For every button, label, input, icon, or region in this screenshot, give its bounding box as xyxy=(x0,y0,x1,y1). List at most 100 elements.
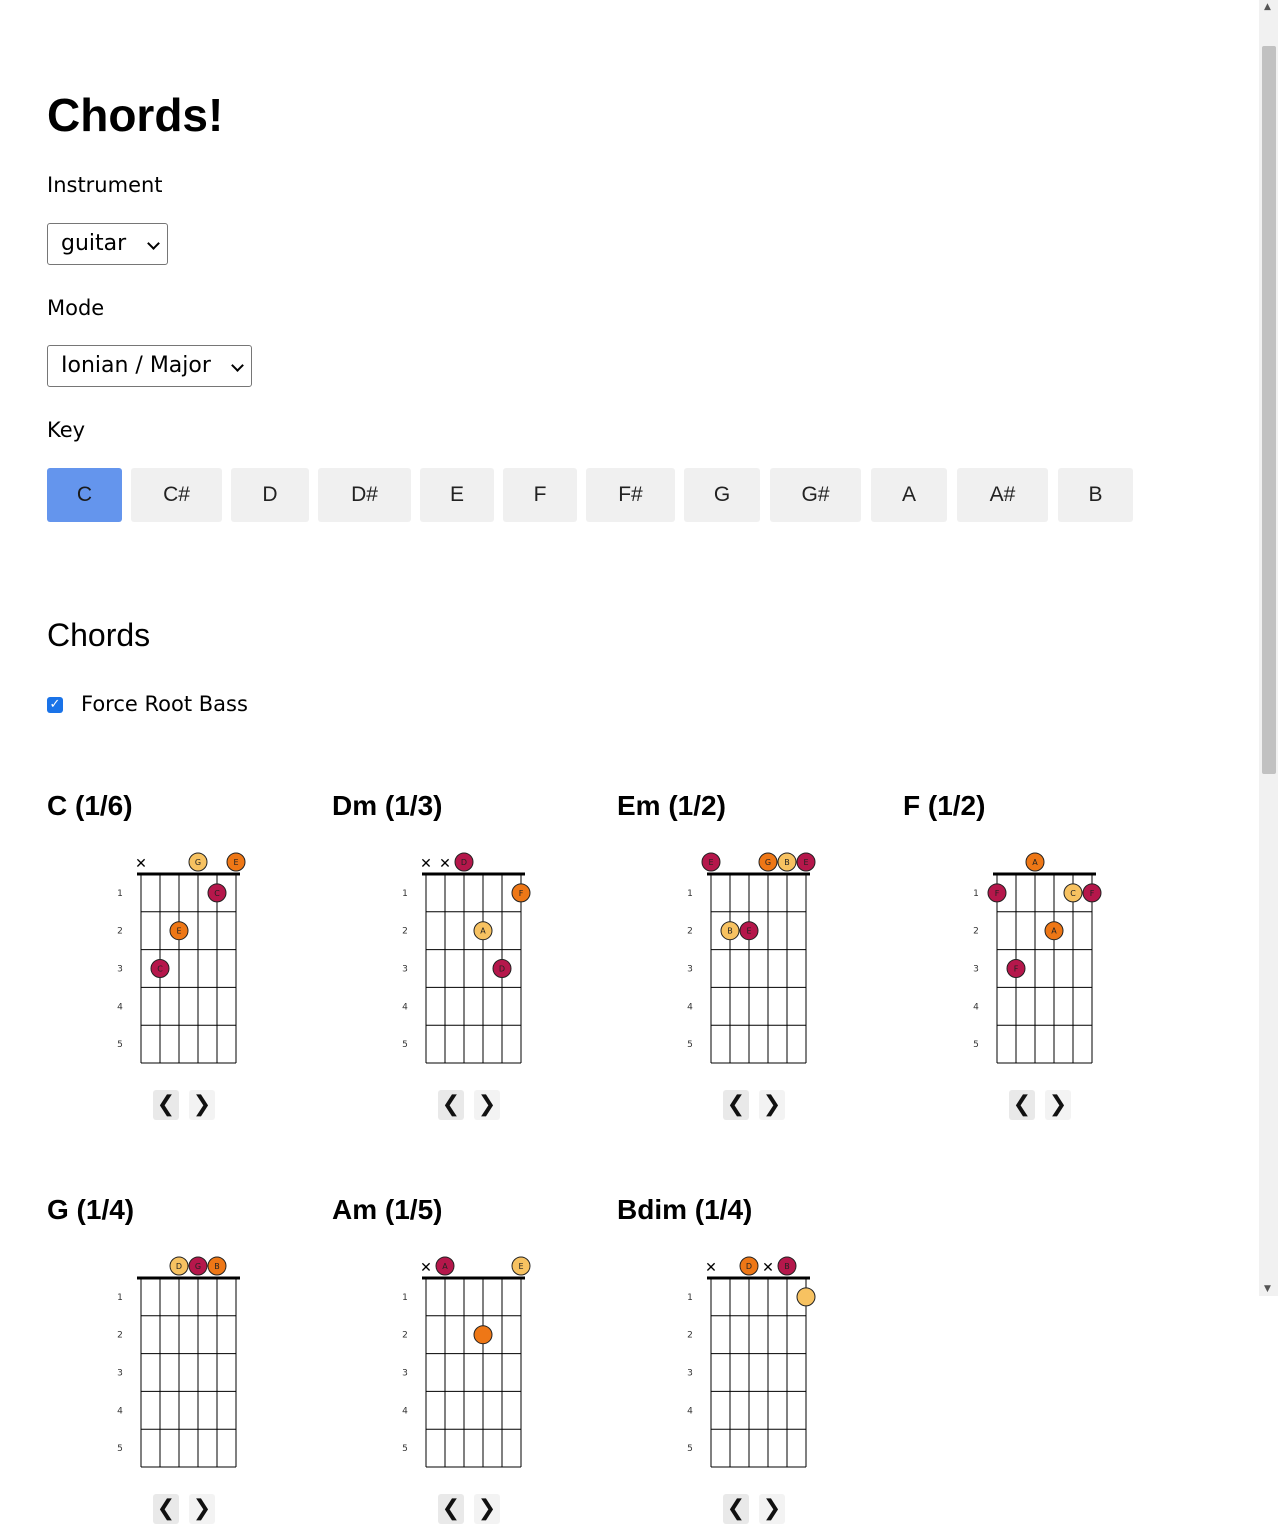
fret-number: 3 xyxy=(117,965,123,975)
fret-number: 4 xyxy=(117,1002,123,1012)
fret-number: 4 xyxy=(973,1002,979,1012)
instrument-label: Instrument xyxy=(47,173,163,197)
next-voicing-button[interactable]: ❯ xyxy=(1045,1090,1071,1120)
fret-number: 4 xyxy=(687,1002,693,1012)
muted-string-icon: ✕ xyxy=(705,1260,717,1276)
fret-number: 5 xyxy=(687,1040,693,1050)
key-button-a-sharp[interactable]: A# xyxy=(957,468,1048,522)
next-voicing-button[interactable]: ❯ xyxy=(474,1494,500,1524)
fret-number: 1 xyxy=(402,1293,408,1303)
previous-voicing-button[interactable]: ❮ xyxy=(1009,1090,1035,1120)
finger-dot-label: G xyxy=(195,1262,201,1271)
finger-dot xyxy=(473,1325,493,1345)
fret-number: 4 xyxy=(687,1406,693,1416)
key-button-c[interactable]: C xyxy=(47,468,122,522)
muted-string-icon: ✕ xyxy=(439,856,451,872)
fret-number: 3 xyxy=(687,965,693,975)
fretboard-diagram: 1 2 3 4 5 ✕ C E G C E xyxy=(117,852,246,1064)
muted-string-icon: ✕ xyxy=(135,856,147,872)
chords-heading: Chords xyxy=(47,617,151,653)
finger-dot-label: D xyxy=(461,858,467,867)
fret-number: 2 xyxy=(687,927,693,937)
fret-number: 4 xyxy=(402,1002,408,1012)
finger-dot-label: E xyxy=(518,1262,523,1271)
finger-dot-label: B xyxy=(784,1262,790,1271)
finger-dot-label: E xyxy=(708,858,713,867)
fret-number: 3 xyxy=(117,1369,123,1379)
fret-number: 1 xyxy=(687,889,693,899)
fret-number: 2 xyxy=(402,927,408,937)
key-button-g[interactable]: G xyxy=(684,468,760,522)
mode-select[interactable]: Ionian / Major xyxy=(47,345,252,387)
force-root-bass-label: Force Root Bass xyxy=(81,692,248,716)
finger-dot-label: G xyxy=(195,858,201,867)
fret-number: 2 xyxy=(117,1331,123,1341)
mode-label: Mode xyxy=(47,296,105,320)
finger-dot-label: A xyxy=(480,927,486,936)
scroll-up-arrow-icon[interactable]: ▲ xyxy=(1264,2,1271,12)
previous-voicing-button[interactable]: ❮ xyxy=(153,1090,179,1120)
muted-string-icon: ✕ xyxy=(420,1260,432,1276)
fret-number: 2 xyxy=(687,1331,693,1341)
fret-number: 5 xyxy=(117,1040,123,1050)
key-button-f-sharp[interactable]: F# xyxy=(586,468,675,522)
finger-dot-label: A xyxy=(1032,858,1038,867)
instrument-select-value: guitar xyxy=(61,231,127,256)
finger-dot-label: B xyxy=(784,858,790,867)
next-voicing-button[interactable]: ❯ xyxy=(759,1090,785,1120)
next-voicing-button[interactable]: ❯ xyxy=(759,1494,785,1524)
force-root-bass-checkbox[interactable]: ✓ xyxy=(47,697,63,713)
fret-number: 3 xyxy=(402,1369,408,1379)
fret-number: 5 xyxy=(117,1444,123,1454)
previous-voicing-button[interactable]: ❮ xyxy=(723,1494,749,1524)
next-voicing-button[interactable]: ❯ xyxy=(474,1090,500,1120)
key-button-f[interactable]: F xyxy=(503,468,577,522)
finger-dot-label: E xyxy=(746,927,751,936)
finger-dot-label: D xyxy=(499,965,505,974)
finger-dot-label: E xyxy=(176,927,181,936)
finger-dot-label: B xyxy=(214,1262,220,1271)
chevron-down-icon xyxy=(147,237,160,250)
scroll-down-arrow-icon[interactable]: ▼ xyxy=(1264,1284,1271,1294)
previous-voicing-button[interactable]: ❮ xyxy=(438,1090,464,1120)
key-button-d-sharp[interactable]: D# xyxy=(318,468,411,522)
previous-voicing-button[interactable]: ❮ xyxy=(153,1494,179,1524)
fret-number: 5 xyxy=(973,1040,979,1050)
key-button-d[interactable]: D xyxy=(231,468,309,522)
finger-dot-label: C xyxy=(1070,889,1076,898)
fret-number: 2 xyxy=(117,927,123,937)
key-button-e[interactable]: E xyxy=(420,468,494,522)
finger-dot-label: F xyxy=(1014,965,1019,974)
fretboard-diagram: 1 2 3 4 5 ✕ D ✕ B xyxy=(687,1256,816,1468)
fretboard-diagram: 1 2 3 4 5 E B E G B E xyxy=(687,852,816,1064)
fret-number: 4 xyxy=(402,1406,408,1416)
key-button-a[interactable]: A xyxy=(871,468,947,522)
finger-dot-label: D xyxy=(176,1262,182,1271)
page-title: Chords! xyxy=(47,89,224,141)
fretboard-diagram: 1 2 3 4 5 F F A A C F xyxy=(973,852,1102,1064)
finger-dot-label: A xyxy=(1051,927,1057,936)
finger-dot-label: C xyxy=(157,965,163,974)
key-button-g-sharp[interactable]: G# xyxy=(770,468,861,522)
instrument-select[interactable]: guitar xyxy=(47,223,168,265)
mode-select-value: Ionian / Major xyxy=(61,353,211,378)
finger-dot-label: F xyxy=(995,889,1000,898)
page-scrollbar[interactable]: ▲ ▼ xyxy=(1259,0,1278,1296)
previous-voicing-button[interactable]: ❮ xyxy=(438,1494,464,1524)
finger-dot-label: G xyxy=(765,858,771,867)
next-voicing-button[interactable]: ❯ xyxy=(189,1494,215,1524)
key-label: Key xyxy=(47,418,86,442)
fret-number: 5 xyxy=(687,1444,693,1454)
finger-dot-label: E xyxy=(233,858,238,867)
previous-voicing-button[interactable]: ❮ xyxy=(723,1090,749,1120)
fretboard-diagram: 1 2 3 4 5 ✕ ✕ D A D F xyxy=(402,852,531,1064)
chevron-down-icon xyxy=(231,359,244,372)
fret-number: 5 xyxy=(402,1040,408,1050)
scrollbar-thumb[interactable] xyxy=(1262,46,1276,774)
fret-number: 5 xyxy=(402,1444,408,1454)
next-voicing-button[interactable]: ❯ xyxy=(189,1090,215,1120)
key-button-c-sharp[interactable]: C# xyxy=(131,468,222,522)
muted-string-icon: ✕ xyxy=(420,856,432,872)
fret-number: 4 xyxy=(117,1406,123,1416)
key-button-b[interactable]: B xyxy=(1058,468,1133,522)
